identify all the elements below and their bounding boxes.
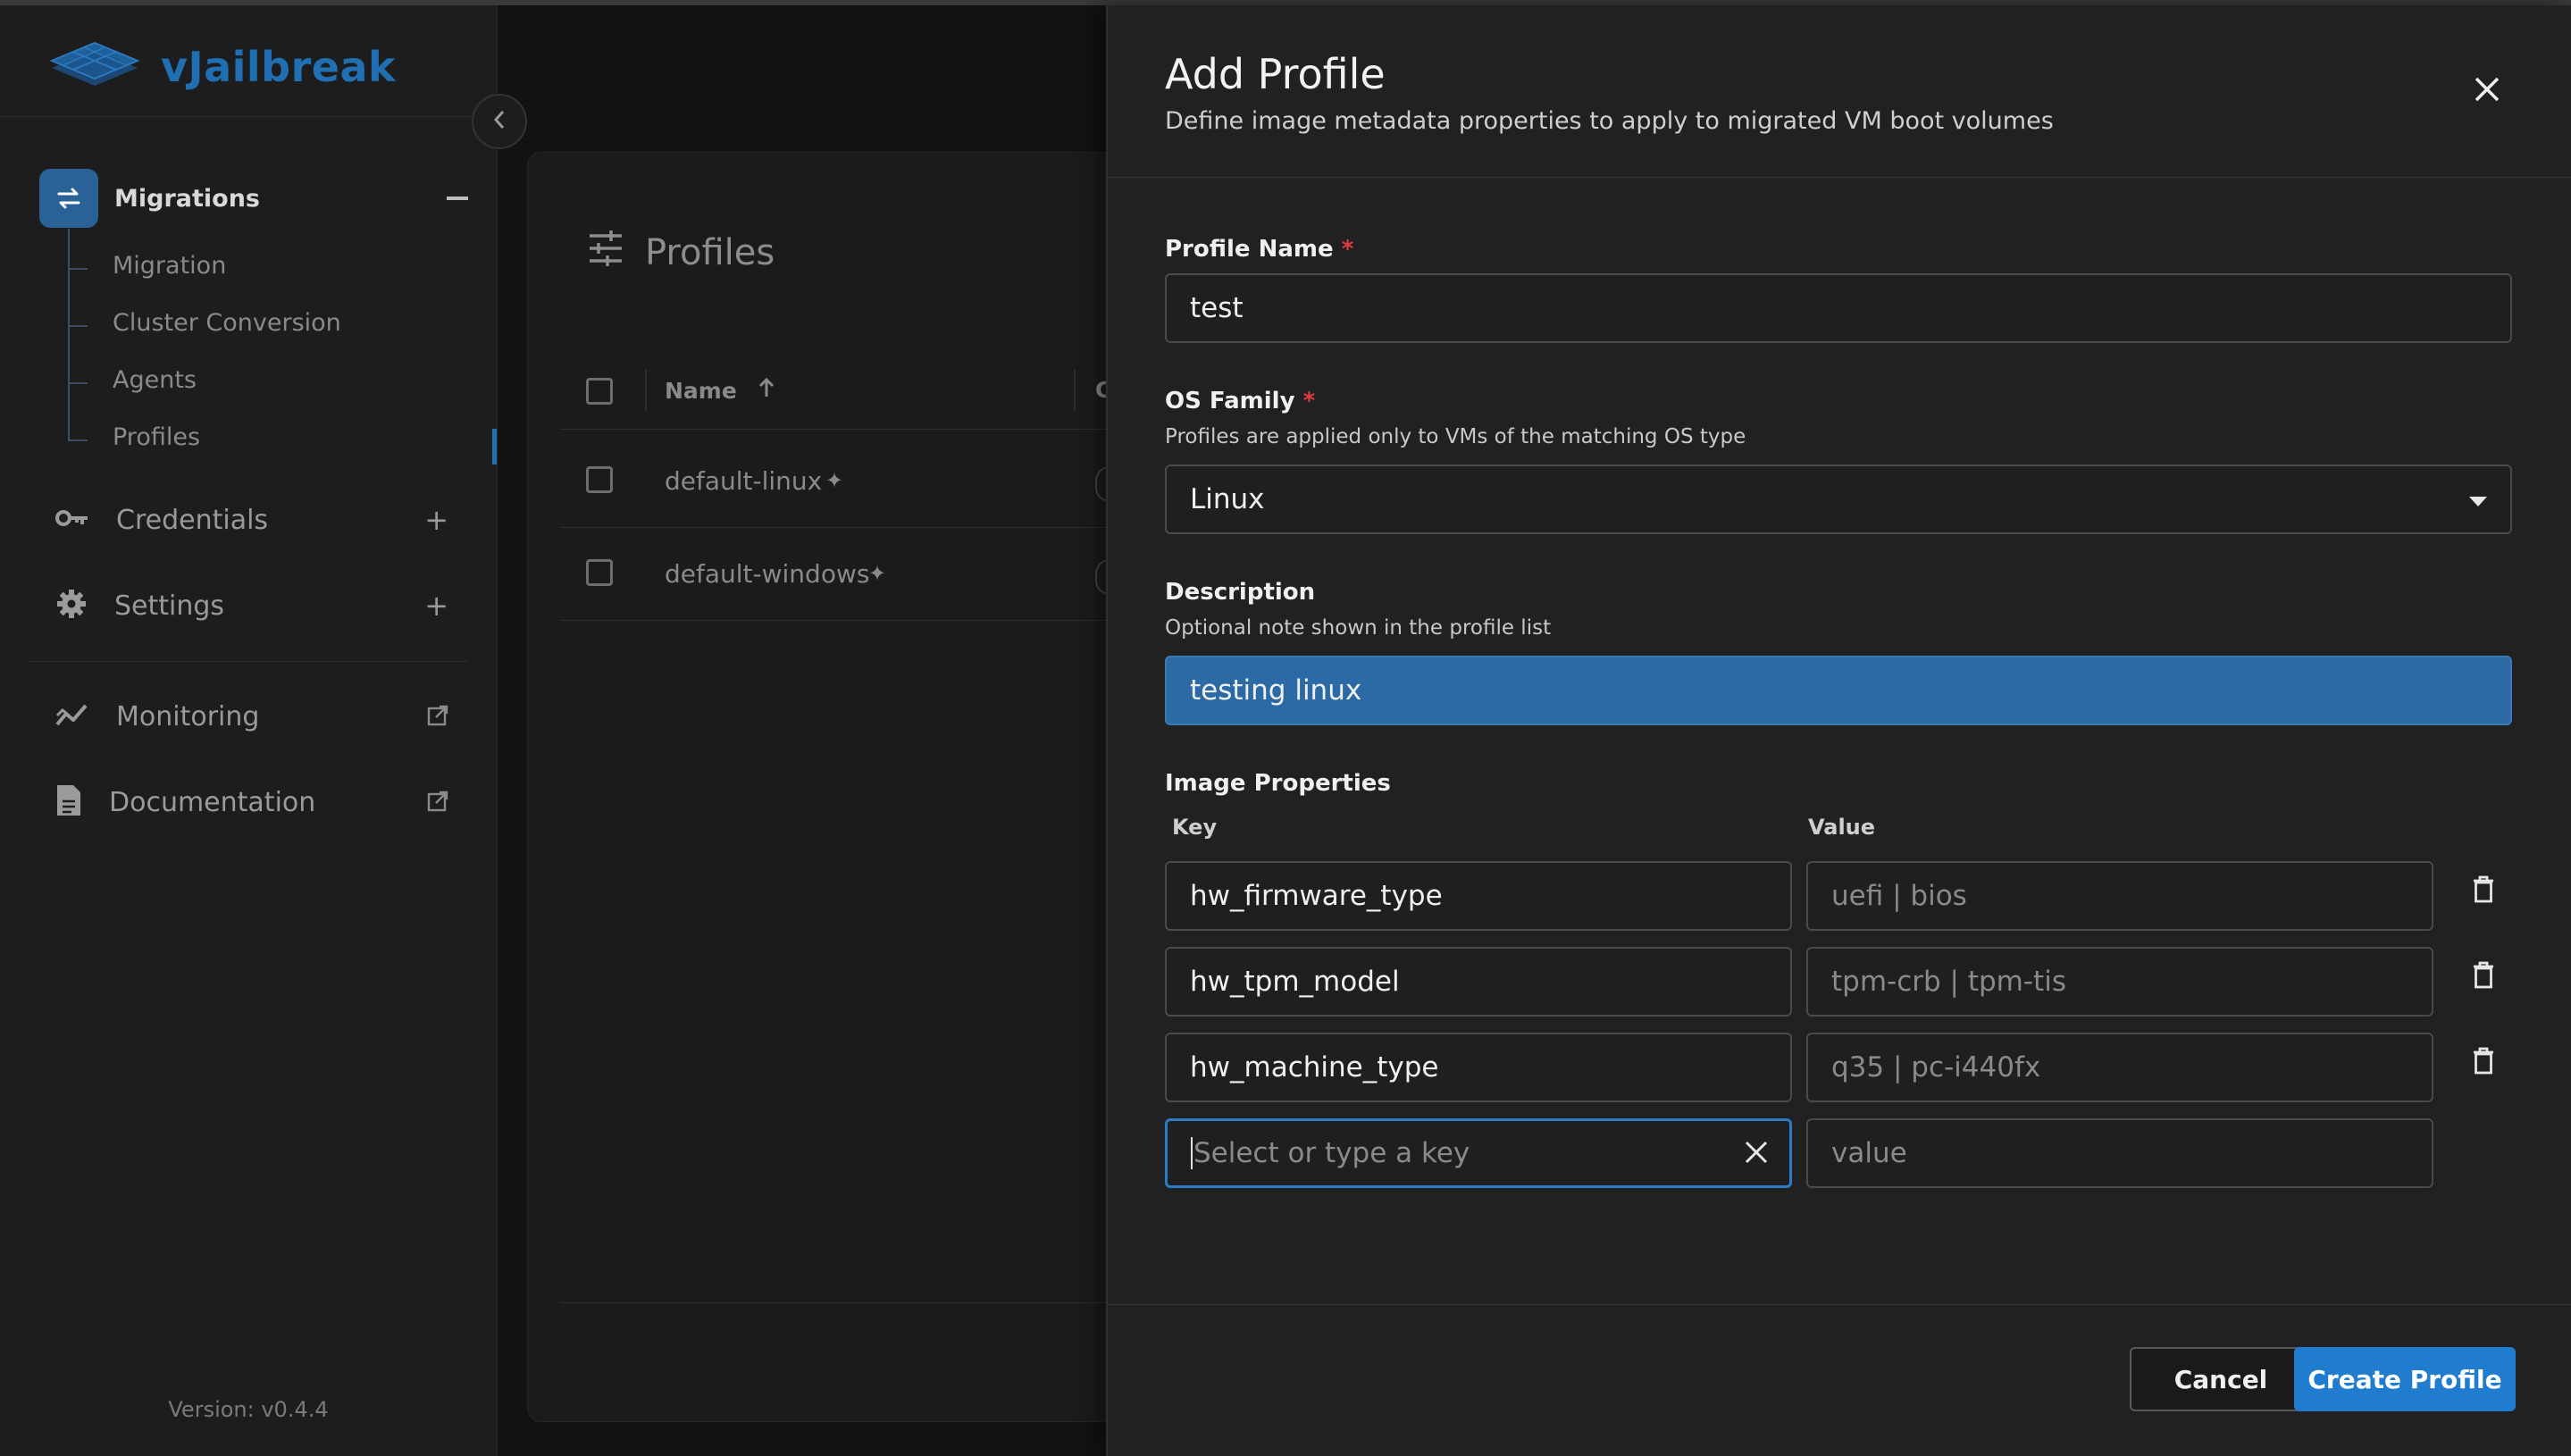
sparkle-icon: ✦ <box>825 468 844 493</box>
new-value-input[interactable]: value <box>1806 1118 2433 1188</box>
clear-icon[interactable] <box>1743 1139 1770 1173</box>
logo-icon <box>48 39 141 95</box>
sidebar-collapse-button[interactable] <box>472 94 527 149</box>
table-row[interactable]: default-windows ✦ <box>559 527 1124 621</box>
sidebar-item-agents[interactable]: Agents <box>113 366 197 394</box>
sidebar-item-label: Credentials <box>116 504 269 536</box>
active-indicator <box>492 429 497 464</box>
row-name[interactable]: default-windows <box>665 559 869 589</box>
cancel-button[interactable]: Cancel <box>2130 1347 2312 1411</box>
divider <box>559 1302 1113 1303</box>
drawer-subtitle: Define image metadata properties to appl… <box>1165 107 2054 135</box>
sidebar-item-profiles[interactable]: Profiles <box>113 423 200 451</box>
profile-name-input[interactable]: test <box>1165 273 2512 343</box>
sidebar-item-settings[interactable]: Settings + <box>55 579 448 632</box>
dropdown-caret-icon <box>2469 497 2487 506</box>
description-label: Description <box>1165 579 1316 606</box>
delete-row-button[interactable] <box>2466 872 2501 911</box>
external-link-icon[interactable] <box>427 788 448 816</box>
add-profile-drawer: Add Profile Define image metadata proper… <box>1106 5 2571 1456</box>
drawer-title: Add Profile <box>1165 50 1386 98</box>
tune-sliders-icon <box>588 230 624 275</box>
key-icon <box>55 507 89 532</box>
select-all-checkbox[interactable] <box>586 378 613 405</box>
delete-row-button[interactable] <box>2466 958 2501 997</box>
close-icon <box>2474 76 2500 106</box>
sidebar-item-monitoring[interactable]: Monitoring <box>55 690 448 743</box>
key-column-header: Key <box>1172 815 1218 840</box>
property-value-input[interactable]: uefi | bios <box>1806 861 2433 931</box>
image-properties-label: Image Properties <box>1165 770 1391 797</box>
sidebar-item-documentation[interactable]: Documentation <box>55 775 448 829</box>
text-cursor <box>1191 1137 1193 1169</box>
table-row[interactable]: default-linux ✦ <box>559 434 1124 528</box>
delete-row-button[interactable] <box>2466 1043 2501 1083</box>
chart-trend-icon <box>55 701 89 732</box>
table-header: Name C <box>559 354 1113 430</box>
description-help: Optional note shown in the profile list <box>1165 616 1552 640</box>
os-family-value: Linux <box>1190 483 1265 515</box>
sparkle-icon: ✦ <box>868 561 887 586</box>
profiles-card <box>527 152 1154 1422</box>
divider <box>1108 177 2571 178</box>
trash-icon <box>2472 961 2495 993</box>
new-key-placeholder: Select or type a key <box>1193 1137 1470 1169</box>
close-button[interactable] <box>2466 70 2508 113</box>
sidebar: vJailbreak Migrations Migration Cluster … <box>0 5 498 1456</box>
sidebar-item-label: Monitoring <box>116 700 260 732</box>
sidebar-item-label: Settings <box>114 590 225 622</box>
new-key-combobox[interactable]: Select or type a key <box>1165 1118 1792 1188</box>
divider <box>27 661 468 662</box>
column-header-name[interactable]: Name <box>665 377 775 404</box>
property-value-input[interactable]: tpm-crb | tpm-tis <box>1806 947 2433 1017</box>
page-title: Profiles <box>588 230 775 275</box>
tree-line <box>68 229 70 441</box>
row-checkbox[interactable] <box>586 559 613 586</box>
expand-plus-icon[interactable]: + <box>424 506 448 534</box>
os-family-label: OS Family * <box>1165 388 1316 414</box>
swap-arrows-icon <box>39 169 98 228</box>
divider <box>1108 1304 2571 1305</box>
create-profile-button[interactable]: Create Profile <box>2294 1347 2516 1411</box>
page-title-text: Profiles <box>645 232 775 273</box>
os-family-help: Profiles are applied only to VMs of the … <box>1165 425 1746 448</box>
brand[interactable]: vJailbreak <box>48 36 396 98</box>
trash-icon <box>2472 1047 2495 1079</box>
sidebar-item-migration[interactable]: Migration <box>113 252 226 280</box>
value-column-header: Value <box>1808 815 1876 840</box>
row-name[interactable]: default-linux <box>665 466 822 496</box>
row-checkbox[interactable] <box>586 466 613 493</box>
trash-icon <box>2472 875 2495 908</box>
property-key-input[interactable]: hw_machine_type <box>1165 1033 1792 1102</box>
document-icon <box>55 783 82 821</box>
version-label: Version: v0.4.4 <box>168 1397 329 1422</box>
brand-name: vJailbreak <box>161 43 397 91</box>
divider <box>0 116 497 117</box>
os-family-select[interactable]: Linux <box>1165 464 2512 534</box>
property-key-input[interactable]: hw_tpm_model <box>1165 947 1792 1017</box>
chevron-left-icon <box>492 109 507 134</box>
property-key-input[interactable]: hw_firmware_type <box>1165 861 1792 931</box>
nav-group-label: Migrations <box>114 184 260 213</box>
property-value-input[interactable]: q35 | pc-i440fx <box>1806 1033 2433 1102</box>
nav-group-migrations[interactable]: Migrations <box>39 166 468 230</box>
expand-plus-icon[interactable]: + <box>424 591 448 620</box>
gear-icon <box>55 588 88 623</box>
sidebar-item-label: Documentation <box>109 786 316 818</box>
external-link-icon[interactable] <box>427 702 448 731</box>
profile-name-label: Profile Name * <box>1165 236 1354 263</box>
sort-arrow-up-icon[interactable] <box>758 377 775 404</box>
sidebar-item-cluster-conversion[interactable]: Cluster Conversion <box>113 309 341 337</box>
description-input[interactable]: testing linux <box>1165 656 2512 725</box>
collapse-minus-icon[interactable] <box>447 197 468 200</box>
sidebar-item-credentials[interactable]: Credentials + <box>55 493 448 547</box>
